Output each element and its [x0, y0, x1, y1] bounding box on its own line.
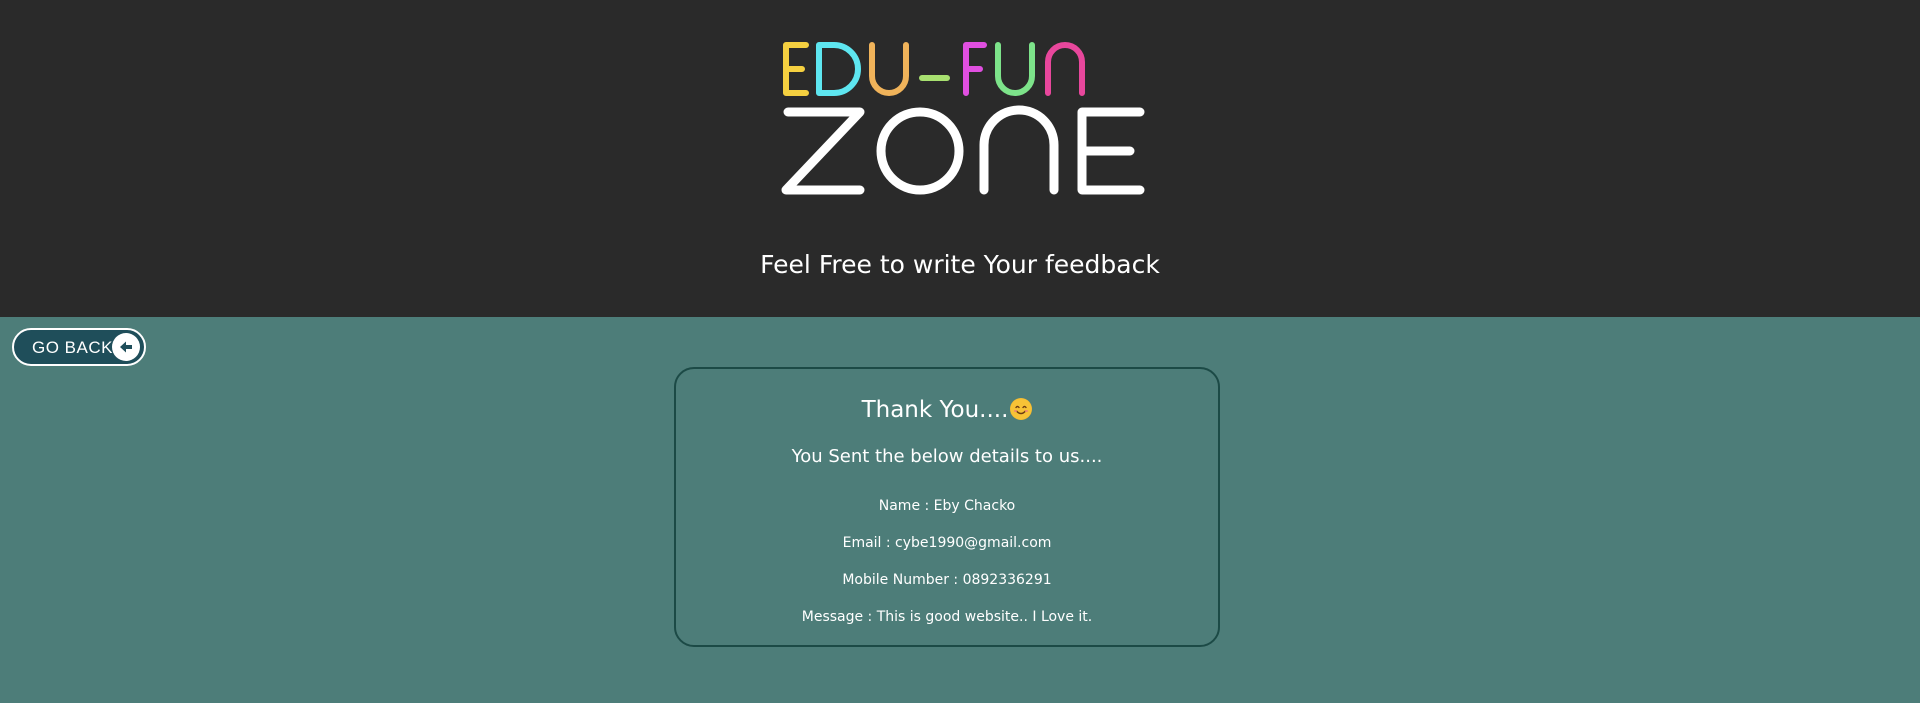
- feedback-tagline: Feel Free to write Your feedback: [760, 250, 1160, 279]
- site-header: Feel Free to write Your feedback: [0, 0, 1920, 317]
- sent-details-subtitle: You Sent the below details to us....: [791, 446, 1103, 467]
- thank-you-heading: Thank You....: [676, 397, 1218, 423]
- mobile-number-detail: Mobile Number : 0892336291: [842, 572, 1052, 588]
- go-back-label: GO BACK: [32, 338, 113, 357]
- email-detail: Email : cybe1990@gmail.com: [842, 535, 1052, 551]
- back-arrow-icon: [112, 333, 140, 361]
- message-detail: Message : This is good website.. I Love …: [801, 609, 1093, 625]
- feedback-confirmation-card: Thank You.... You Sent the below details…: [674, 367, 1220, 647]
- go-back-button[interactable]: GO BACK: [12, 328, 146, 366]
- name-detail: Name : Eby Chacko: [878, 498, 1016, 514]
- edu-fun-zone-logo: [770, 30, 1160, 210]
- smiling-face-icon: [1010, 398, 1033, 420]
- thank-you-text: Thank You....: [861, 397, 1009, 423]
